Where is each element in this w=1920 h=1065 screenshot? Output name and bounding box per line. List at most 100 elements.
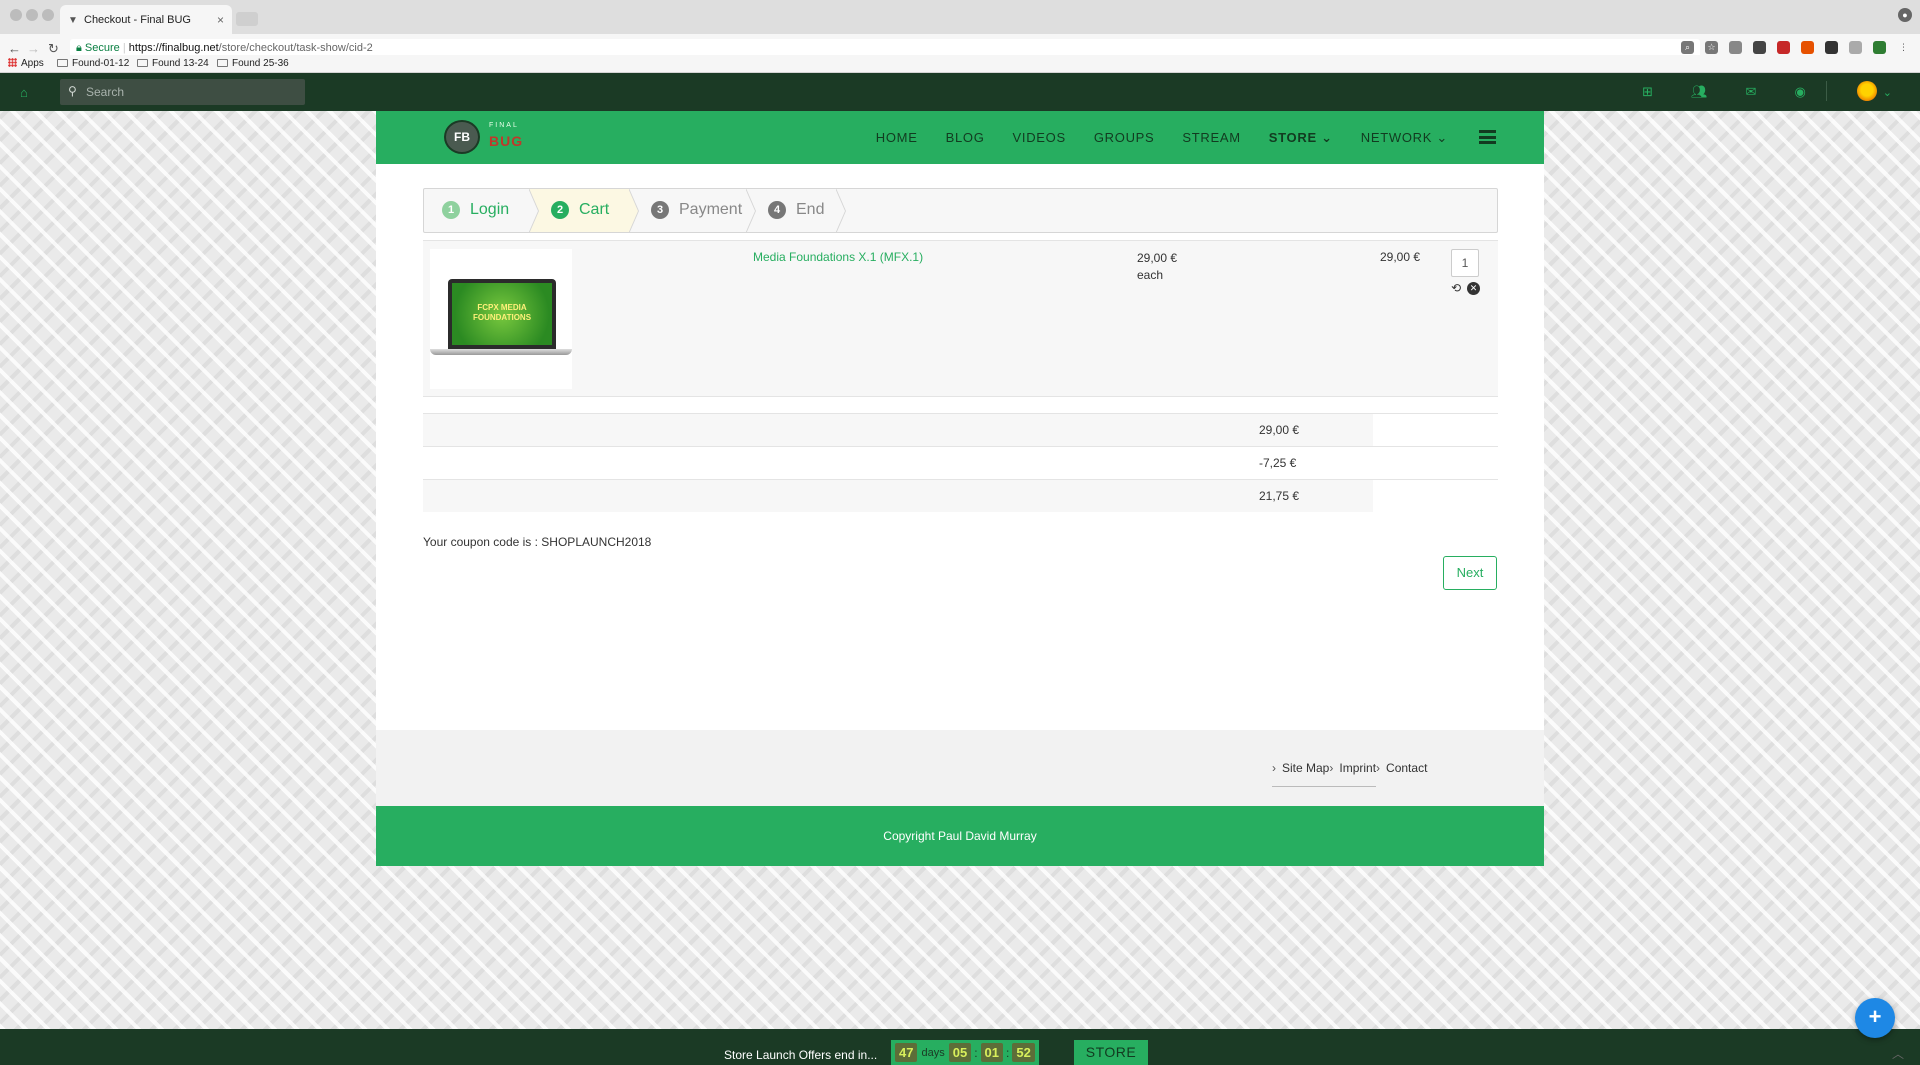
avatar xyxy=(1856,81,1877,101)
bookmark-apps[interactable]: Apps xyxy=(8,58,44,69)
copyright-text: Copyright Paul David Murray xyxy=(883,829,1037,843)
mail-icon[interactable]: ✉ xyxy=(1746,84,1757,101)
step-separator xyxy=(528,189,538,232)
product-image[interactable]: FCPX MEDIA FOUNDATIONS xyxy=(430,249,572,389)
totals-row-discount: -7,25 € xyxy=(423,446,1498,479)
totals-table: 29,00 € -7,25 € 21,75 € xyxy=(423,413,1498,512)
browser-tabbar: ▼ Checkout - Final BUG × ● xyxy=(0,0,1920,34)
user-menu[interactable]: ⌄ xyxy=(1856,81,1892,101)
store-button[interactable]: STORE xyxy=(1074,1040,1148,1065)
logo-badge: FB xyxy=(444,120,480,154)
refresh-icon[interactable]: ⟲ xyxy=(1451,281,1461,295)
extension-icon[interactable] xyxy=(1801,41,1814,54)
checkout-steps: 1 Login 2 Cart 3 Payment 4 End xyxy=(423,188,1498,233)
discount-value: -7,25 € xyxy=(1259,456,1297,470)
nav-blog[interactable]: BLOG xyxy=(946,130,985,146)
footer-link-contact[interactable]: › Contact xyxy=(1376,761,1427,787)
extension-icon[interactable] xyxy=(1825,41,1838,54)
window-zoom-dot[interactable] xyxy=(42,9,54,21)
nav-home[interactable]: HOME xyxy=(876,130,918,146)
extensions-area: ⌕ ☆ ⋮ xyxy=(1681,41,1910,54)
line-total: 29,00 € xyxy=(1380,250,1421,264)
site-header: FB FINAL BUG HOME BLOG VIDEOS GROUPS STR… xyxy=(376,111,1544,164)
copyright-bar: Copyright Paul David Murray xyxy=(376,806,1544,866)
globe-icon[interactable]: ◉ xyxy=(1794,84,1805,101)
chevron-down-icon: ⌄ xyxy=(1882,87,1892,99)
search-input[interactable]: ⚲ Search xyxy=(60,79,305,105)
footer-link-sitemap[interactable]: › Site Map xyxy=(1272,761,1330,787)
tab-title: Checkout - Final BUG xyxy=(84,14,191,26)
cast-icon[interactable] xyxy=(1729,41,1742,54)
bookmarks-bar: Apps Found-01-12 Found 13-24 Found 25-36 xyxy=(0,55,1920,73)
search-placeholder: Search xyxy=(86,85,125,99)
laptop-image: FCPX MEDIA FOUNDATIONS xyxy=(448,279,556,349)
divider xyxy=(1825,81,1827,101)
quantity-input[interactable]: 1 xyxy=(1451,249,1479,277)
countdown-days: 47 xyxy=(895,1043,918,1062)
toolbar-icons: ⊞ 👥︎ ✉ ◉ ⌄ xyxy=(1604,81,1892,101)
footer-link-imprint[interactable]: › Imprint xyxy=(1329,761,1376,787)
main-nav: HOME BLOG VIDEOS GROUPS STREAM STORE ⌄ N… xyxy=(848,130,1448,146)
search-icon: ⚲ xyxy=(68,84,77,98)
nav-groups[interactable]: GROUPS xyxy=(1094,130,1155,146)
browser-tab[interactable]: ▼ Checkout - Final BUG × xyxy=(60,5,232,34)
home-icon[interactable]: ⌂ xyxy=(20,85,28,100)
total-value: 21,75 € xyxy=(1259,489,1300,503)
nav-stream[interactable]: STREAM xyxy=(1182,130,1240,146)
scroll-up-icon[interactable]: ︿ xyxy=(1892,1045,1904,1062)
next-button[interactable]: Next xyxy=(1443,556,1497,590)
favicon-icon: ▼ xyxy=(68,15,78,26)
hamburger-menu-icon[interactable] xyxy=(1479,130,1496,144)
bookmark-folder[interactable]: Found 13-24 xyxy=(137,58,209,69)
url-host: https://finalbug.net xyxy=(128,42,219,54)
extension-icon[interactable] xyxy=(1777,41,1790,54)
zoom-icon[interactable]: ⌕ xyxy=(1681,41,1694,54)
product-name-link[interactable]: Media Foundations X.1 (MFX.1) xyxy=(753,250,923,264)
folder-icon xyxy=(217,59,228,67)
step-end: 4 End xyxy=(746,189,836,232)
chevron-down-icon: ⌄ xyxy=(1436,130,1448,145)
step-separator xyxy=(628,189,638,232)
url-path: /store/checkout/task-show/cid-2 xyxy=(218,42,373,54)
totals-row-subtotal: 29,00 € xyxy=(423,413,1498,446)
countdown-message: Store Launch Offers end in... xyxy=(724,1048,878,1062)
users-icon[interactable]: 👥︎ xyxy=(1691,84,1708,101)
coupon-message: Your coupon code is : SHOPLAUNCH2018 xyxy=(423,535,652,549)
extension-icon[interactable] xyxy=(1753,41,1766,54)
bookmark-folder[interactable]: Found 25-36 xyxy=(217,58,289,69)
countdown-bar: Store Launch Offers end in... 47 days 05… xyxy=(0,1029,1920,1065)
logo-text: BUG xyxy=(489,133,524,149)
main-container: FB FINAL BUG HOME BLOG VIDEOS GROUPS STR… xyxy=(376,111,1544,866)
add-fab-button[interactable]: + xyxy=(1855,998,1895,1038)
site-logo[interactable]: FB FINAL BUG xyxy=(444,118,528,156)
step-login[interactable]: 1 Login xyxy=(424,189,529,232)
nav-videos[interactable]: VIDEOS xyxy=(1013,130,1066,146)
lock-icon: 🔒︎ xyxy=(76,42,82,54)
back-icon[interactable]: ← xyxy=(8,41,21,56)
footer-links-area: › Site Map › Imprint › Contact xyxy=(376,730,1544,818)
window-minimize-dot[interactable] xyxy=(26,9,38,21)
extension-icon[interactable] xyxy=(1849,41,1862,54)
nav-store[interactable]: STORE ⌄ xyxy=(1269,130,1333,146)
star-icon[interactable]: ☆ xyxy=(1705,41,1718,54)
bookmark-folder[interactable]: Found-01-12 xyxy=(57,58,129,69)
menu-dots-icon[interactable]: ⋮ xyxy=(1897,41,1910,54)
window-close-dot[interactable] xyxy=(10,9,22,21)
nav-network[interactable]: NETWORK ⌄ xyxy=(1361,130,1448,146)
extension-icon[interactable] xyxy=(1873,41,1886,54)
site-toolbar: ⌂ ⚲ Search ⊞ 👥︎ ✉ ◉ ⌄ xyxy=(0,73,1920,111)
add-icon[interactable]: ⊞ xyxy=(1642,84,1653,101)
unit-price: 29,00 € each xyxy=(1137,251,1178,282)
new-tab-button[interactable] xyxy=(236,12,258,26)
remove-icon[interactable]: ✕ xyxy=(1467,282,1480,295)
apps-grid-icon xyxy=(8,58,17,67)
secure-label: Secure xyxy=(84,42,120,54)
profile-icon[interactable]: ● xyxy=(1898,8,1912,22)
step-separator xyxy=(835,189,845,232)
step-cart[interactable]: 2 Cart xyxy=(529,189,629,232)
forward-icon[interactable]: → xyxy=(27,41,40,56)
cart-item-row: FCPX MEDIA FOUNDATIONS Media Foundations… xyxy=(423,240,1498,397)
countdown-minutes: 01 xyxy=(980,1043,1003,1062)
step-payment: 3 Payment xyxy=(629,189,746,232)
tab-close-icon[interactable]: × xyxy=(217,13,224,27)
